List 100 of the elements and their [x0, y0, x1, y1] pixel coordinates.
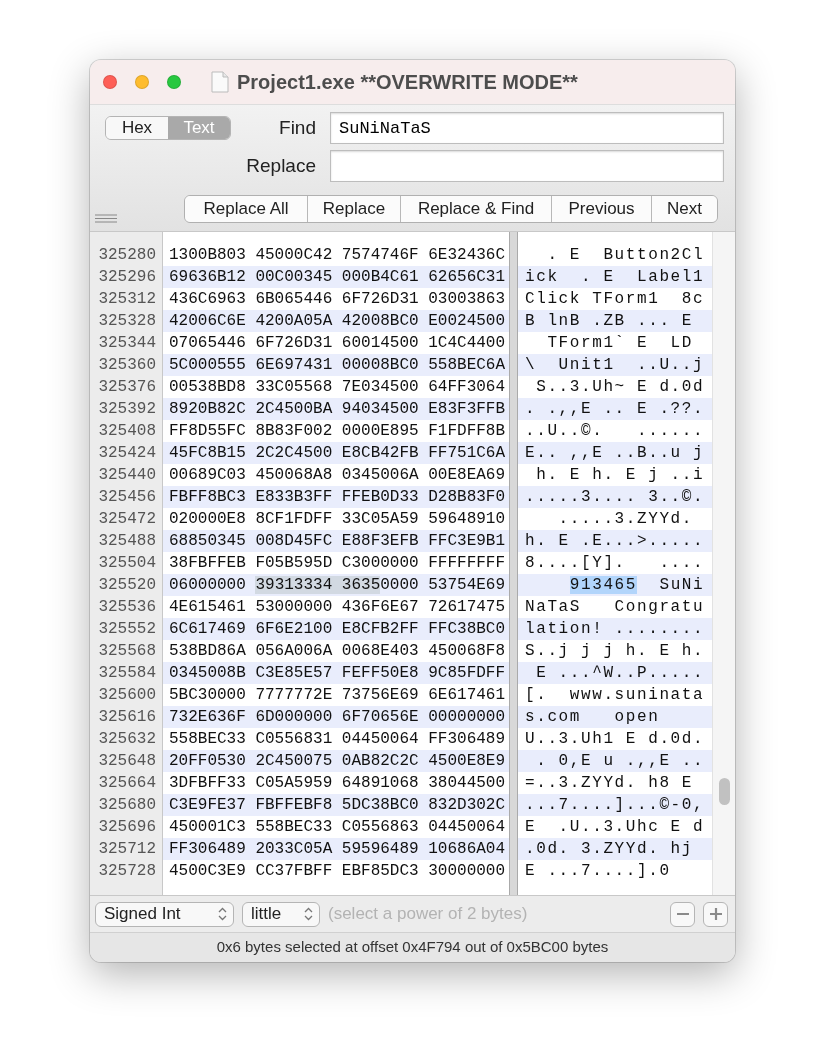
ascii-text: NaTaS Congratu [524, 597, 706, 618]
hex-bytes: 732E636F 6D000000 6F70656E 00000000 [163, 706, 509, 728]
ascii-text: .....3.... 3..©. [518, 486, 712, 508]
ascii-text: Click TForm1 8c [524, 289, 706, 310]
offset-label: 325712 [97, 839, 157, 860]
toolbar-button[interactable]: Previous [551, 196, 651, 222]
hex-bytes: 6C617469 6F6E2100 E8CFB2FF FFC38BC0 [163, 618, 509, 640]
hex-bytes: 3DFBFF33 C05A5959 64891068 38044500 [168, 773, 507, 794]
ascii-text: E ...7....].0 [524, 861, 672, 882]
ascii-text: =..3.ZYYd. h8 E [524, 773, 695, 794]
ascii-text: TForm1` E LD [546, 333, 695, 354]
hex-bytes: C3E9FE37 FBFFEBF8 5DC38BC0 832D302C [163, 794, 509, 816]
offset-label: 325344 [97, 333, 157, 354]
ascii-text: h. E h. E j ..i [535, 465, 706, 486]
offset-label: 325552 [97, 619, 157, 640]
hex-bytes: 538BD86A 056A006A 0068E403 450068F8 [168, 641, 507, 662]
hex-bytes: 5C000555 6E697431 00008BC0 558BEC6A [163, 354, 509, 376]
ascii-text: E .U..3.Uhc E d [524, 817, 706, 838]
endian-dropdown[interactable]: little [242, 901, 320, 927]
offset-label: 325648 [97, 751, 157, 772]
hex-bytes: 5BC30000 7777772E 73756E69 6E617461 [168, 685, 507, 706]
replace-field[interactable] [330, 150, 724, 182]
ascii-text: ...7....]...©-0, [518, 794, 712, 816]
hex-bytes: 450001C3 558BEC33 C0556863 04450064 [168, 817, 507, 838]
hex-bytes: 00689C03 450068A8 0345006A 00E8EA69 [168, 465, 507, 486]
scrollbar-thumb[interactable] [719, 778, 730, 805]
ascii-text: U..3.Uh1 E d.0d. [524, 729, 706, 750]
ascii-text: B lnB .ZB ... E [518, 310, 712, 332]
hex-bytes: 0345008B C3E85E57 FEFF50E8 9C85FDFF [163, 662, 509, 684]
hex-bytes: 020000E8 8CF1FDFF 33C05A59 59648910 [168, 509, 507, 530]
offset-label: 325408 [97, 421, 157, 442]
scrollbar[interactable] [712, 232, 735, 895]
type-dropdown[interactable]: Signed Int [95, 901, 234, 927]
hex-bytes: 38FBFFEB F05B595D C3000000 FFFFFFFF [168, 553, 507, 574]
ascii-text: h. E .E...>..... [518, 530, 712, 552]
toolbar-button[interactable]: Replace & Find [400, 196, 551, 222]
ascii-text: . 0,E u .,,E .. [518, 750, 712, 772]
hex-bytes: 68850345 008D45FC E88F3EFB FFC3E9B1 [163, 530, 509, 552]
zoom-button[interactable] [167, 75, 181, 89]
hex-bytes: 558BEC33 C0556831 04450064 FF306489 [168, 729, 507, 750]
offset-label: 325280 [97, 245, 157, 266]
ascii-text: ..U..©. ...... [524, 421, 706, 442]
hex-bytes: 06000000 39313334 36350000 53754E69 [163, 574, 509, 596]
ascii-text: .0d. 3.ZYYd. hj [518, 838, 712, 860]
find-field[interactable]: SuNiNaTaS [330, 112, 724, 144]
offset-label: 325664 [97, 773, 157, 794]
hex-bytes: FF8D55FC 8B83F002 0000E895 F1FDFF8B [168, 421, 507, 442]
offset-label: 325536 [97, 597, 157, 618]
hex-bytes: 42006C6E 4200A05A 42008BC0 E0024500 [163, 310, 509, 332]
document-icon [211, 71, 229, 93]
offset-label: 325392 [97, 399, 157, 420]
drag-handle-icon[interactable] [95, 214, 117, 223]
offset-label: 325360 [97, 355, 157, 376]
offset-label: 325696 [97, 817, 157, 838]
hex-bytes: FBFF8BC3 E833B3FF FFEB0D33 D28B83F0 [163, 486, 509, 508]
toolbar-button[interactable]: Next [651, 196, 717, 222]
toolbar-button[interactable]: Replace All [185, 196, 307, 222]
hex-bytes: 45FC8B15 2C2C4500 E8CB42FB FF751C6A [163, 442, 509, 464]
offset-label: 325520 [97, 575, 157, 596]
ascii-text: S..3.Uh~ E d.0d [535, 377, 706, 398]
ascii-text: 8....[Y]. .... [524, 553, 706, 574]
find-label: Find [278, 116, 316, 140]
offset-label: 325600 [97, 685, 157, 706]
ascii-text: lation! ........ [518, 618, 712, 640]
offset-label: 325616 [97, 707, 157, 728]
window-title: Project1.exe **OVERWRITE MODE** [237, 70, 578, 95]
offset-label: 325680 [97, 795, 157, 816]
ascii-text: ick . E Label1 [518, 266, 712, 288]
minimize-button[interactable] [135, 75, 149, 89]
chevron-icon [218, 907, 227, 921]
offset-label: 325296 [97, 267, 157, 288]
hex-bytes: 1300B803 45000C42 7574746F 6E32436C [168, 245, 507, 266]
hex-bytes: FF306489 2033C05A 59596489 10686A04 [163, 838, 509, 860]
selected-text: 913465 [569, 576, 638, 594]
ascii-text: \ Unit1 ..U..j [518, 354, 712, 376]
ascii-text: S..j j j h. E h. [524, 641, 706, 662]
hex-bytes: 69636B12 00C00345 000B4C61 62656C31 [163, 266, 509, 288]
toolbar-button[interactable]: Replace [307, 196, 400, 222]
offset-label: 325472 [97, 509, 157, 530]
offset-label: 325424 [97, 443, 157, 464]
offset-label: 325568 [97, 641, 157, 662]
value-field[interactable]: (select a power of 2 bytes) [328, 901, 658, 927]
offset-label: 325632 [97, 729, 157, 750]
ascii-text: .....3.ZYYd. [557, 509, 695, 530]
plus-button[interactable] [703, 901, 728, 927]
ascii-text: . E Button2Cl [546, 245, 706, 266]
ascii-text: 913465 SuNi [518, 574, 712, 596]
ascii-text: E.. ,,E ..B..u j [518, 442, 712, 464]
chevron-icon [304, 907, 313, 921]
mode-tab[interactable]: Hex [106, 117, 168, 139]
hex-bytes: 4500C3E9 CC37FBFF EBF85DC3 30000000 [168, 861, 507, 882]
ascii-text: [. www.suninata [524, 685, 706, 706]
hex-bytes: 8920B82C 2C4500BA 94034500 E83F3FFB [163, 398, 509, 420]
hex-bytes: 436C6963 6B065446 6F726D31 03003863 [168, 289, 507, 310]
close-button[interactable] [103, 75, 117, 89]
offset-label: 325488 [97, 531, 157, 552]
offset-label: 325456 [97, 487, 157, 508]
minus-button[interactable] [670, 901, 695, 927]
hex-bytes: 4E615461 53000000 436F6E67 72617475 [168, 597, 507, 618]
offset-label: 325312 [97, 289, 157, 310]
